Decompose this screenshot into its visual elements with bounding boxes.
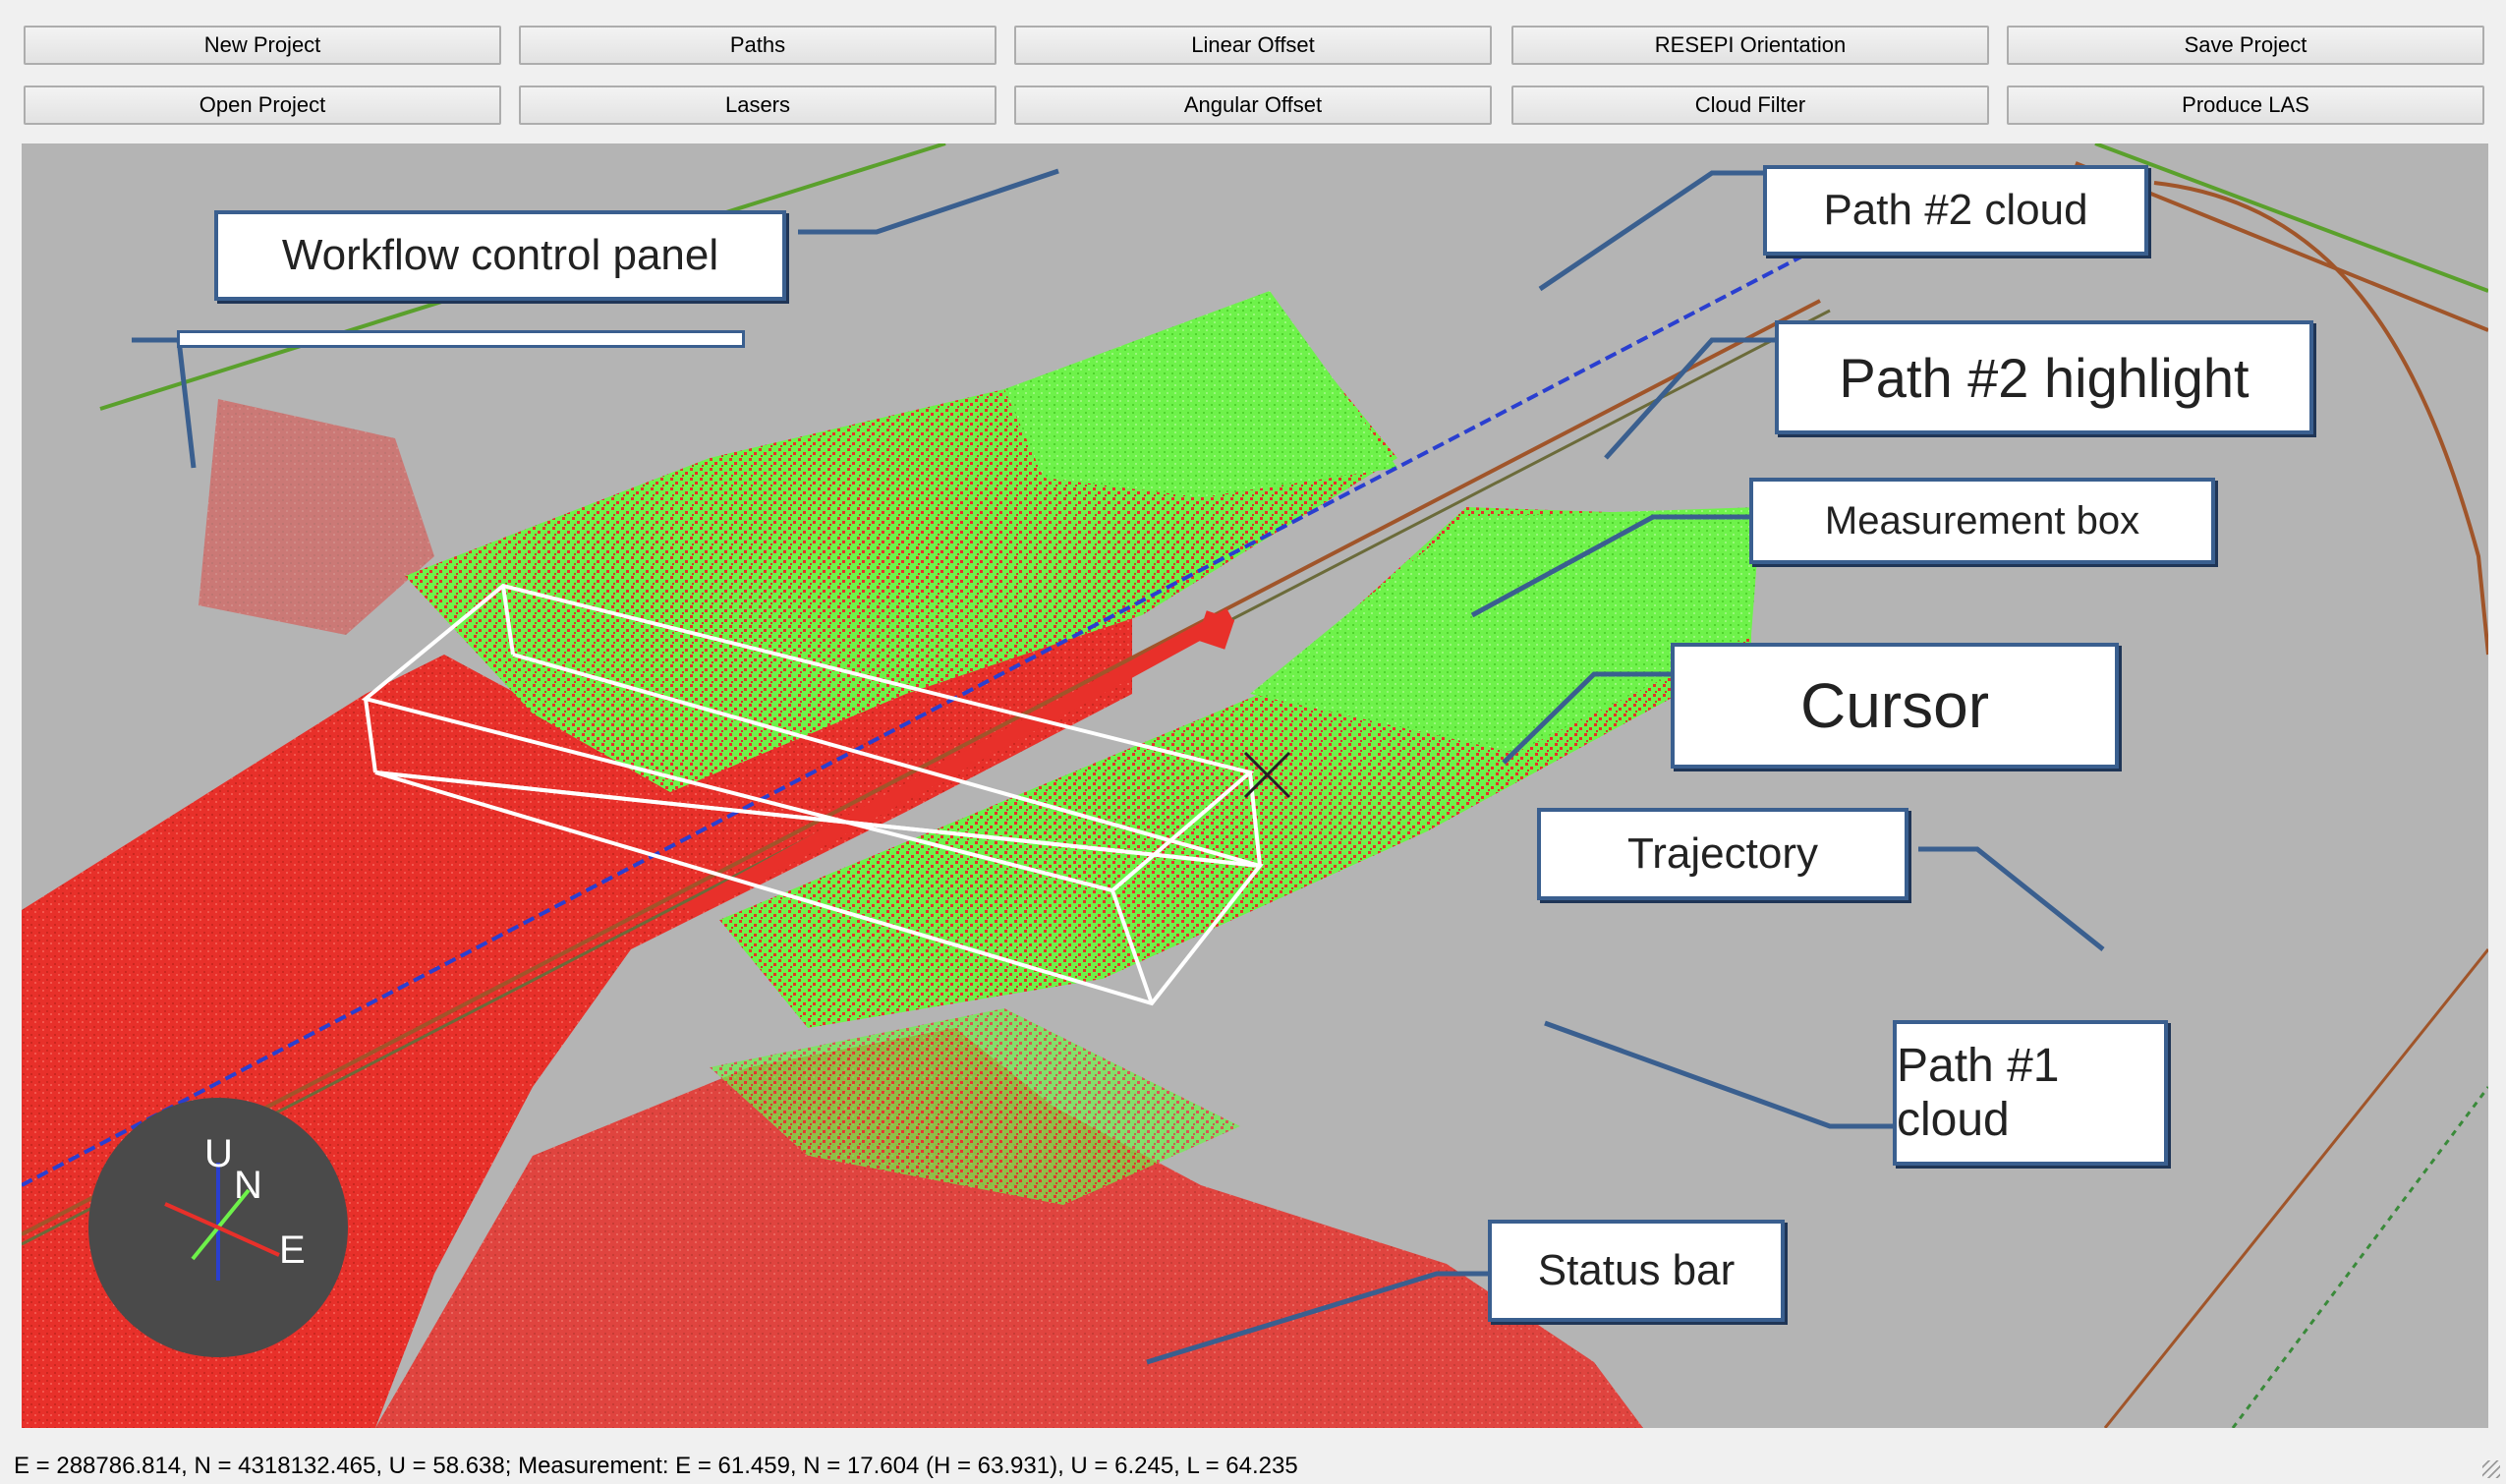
cloud-filter-button[interactable]: Cloud Filter [1511,86,1989,125]
open-project-button[interactable]: Open Project [24,86,501,125]
status-bar-text: E = 288786.814, N = 4318132.465, U = 58.… [14,1453,1298,1479]
callout-measurement-box: Measurement box [1749,478,2215,564]
orientation-gizmo[interactable]: U N E [86,1096,350,1364]
callout-path2-cloud: Path #2 cloud [1763,165,2148,256]
callout-status-bar: Status bar [1488,1220,1785,1322]
blurred-label-strip [177,330,745,348]
up-label: U [204,1132,233,1175]
east-label: E [279,1228,306,1272]
callout-workflow-control-panel: Workflow control panel [214,210,786,301]
resize-grip-icon[interactable] [2482,1460,2500,1478]
north-label: N [234,1164,262,1207]
produce-las-button[interactable]: Produce LAS [2007,86,2484,125]
callout-path2-highlight: Path #2 highlight [1775,320,2313,434]
save-project-button[interactable]: Save Project [2007,26,2484,65]
lasers-button[interactable]: Lasers [519,86,997,125]
callout-path1-cloud: Path #1 cloud [1893,1020,2168,1166]
linear-offset-button[interactable]: Linear Offset [1014,26,1492,65]
new-project-button[interactable]: New Project [24,26,501,65]
callout-cursor: Cursor [1671,643,2119,769]
callout-trajectory: Trajectory [1537,808,1908,900]
point-cloud-viewport[interactable]: Workflow control panel Path #2 cloud Pat… [22,143,2488,1428]
paths-button[interactable]: Paths [519,26,997,65]
resepi-orientation-button[interactable]: RESEPI Orientation [1511,26,1989,65]
angular-offset-button[interactable]: Angular Offset [1014,86,1492,125]
